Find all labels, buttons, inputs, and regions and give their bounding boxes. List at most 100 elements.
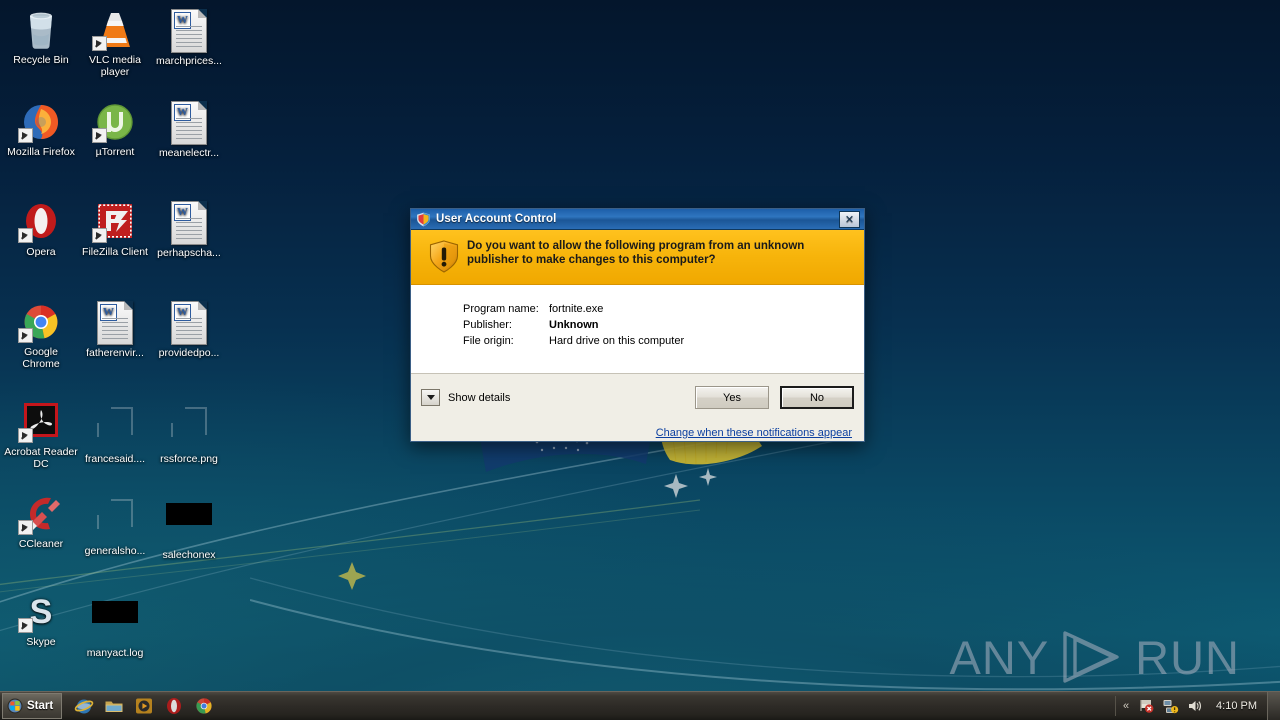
uac-program-details: Program name: fortnite.exe Publisher: Unkno… xyxy=(411,285,864,374)
watermark-right-text: RUN xyxy=(1135,630,1240,684)
desktop-icon-label: generalsho... xyxy=(84,545,146,557)
network-icon[interactable] xyxy=(1161,697,1179,715)
desktop-icon-opera[interactable]: Opera xyxy=(4,200,78,259)
show-hidden-icons-button[interactable]: « xyxy=(1115,696,1134,716)
no-button[interactable]: No xyxy=(780,386,854,409)
ccleaner-icon xyxy=(18,492,64,536)
desktop-icon-google-chrome[interactable]: Google Chrome xyxy=(4,300,78,370)
desktop-background[interactable]: Recycle Bin VLC media player Wmarchprices.… xyxy=(0,0,1280,720)
black-file-icon xyxy=(92,601,138,645)
desktop-icon-label: Acrobat Reader DC xyxy=(4,446,78,470)
desktop-icon-label: µTorrent xyxy=(95,146,135,158)
desktop-icon-meanelectr[interactable]: Wmeanelectr... xyxy=(152,100,226,160)
uac-detail-row: Program name: fortnite.exe xyxy=(411,301,864,317)
chevron-down-icon xyxy=(421,389,440,406)
uac-detail-row: File origin: Hard drive on this computer xyxy=(411,333,864,349)
desktop-icon-perhapscha[interactable]: Wperhapscha... xyxy=(152,200,226,260)
desktop-icon-label: fatherenvir... xyxy=(86,347,144,359)
desktop-icon-salechonex[interactable]: salechonex xyxy=(152,492,226,562)
uac-detail-row: Publisher: Unknown xyxy=(411,317,864,333)
show-details-label: Show details xyxy=(448,391,511,404)
desktop-icon-label: manyact.log xyxy=(86,647,144,659)
desktop-icon-mozilla-firefox[interactable]: Mozilla Firefox xyxy=(4,100,78,159)
taskbar[interactable]: Start « 4:10 PM xyxy=(0,691,1280,720)
internet-explorer-icon[interactable] xyxy=(74,696,94,716)
show-desktop-button[interactable] xyxy=(1267,692,1280,720)
yes-button[interactable]: Yes xyxy=(695,386,769,409)
show-details-button[interactable]: Show details xyxy=(421,389,510,406)
desktop-icon-label: francesaid.... xyxy=(84,453,146,465)
uac-detail-value: fortnite.exe xyxy=(549,303,604,315)
windows-orb-icon xyxy=(7,698,23,714)
desktop-icon-filezilla-client[interactable]: FileZilla Client xyxy=(78,200,152,259)
desktop-icon-vlc-media-player[interactable]: VLC media player xyxy=(78,8,152,78)
desktop-icon-skype[interactable]: S Skype xyxy=(4,590,78,649)
wallpaper-sparkle-1 xyxy=(310,540,430,610)
start-label: Start xyxy=(27,700,54,712)
uac-footer: Show details Yes No Change when these no… xyxy=(411,374,864,439)
desktop-icon-providedpo[interactable]: Wprovidedpo... xyxy=(152,300,226,360)
volume-icon[interactable] xyxy=(1185,697,1203,715)
desktop-icon-label: Skype xyxy=(26,636,56,648)
uac-detail-key: File origin: xyxy=(463,335,514,347)
desktop-icon-recycle-bin[interactable]: Recycle Bin xyxy=(4,8,78,67)
desktop-icon-label: marchprices... xyxy=(156,55,222,67)
uac-button-group: Yes No xyxy=(684,386,854,409)
skype-icon: S xyxy=(18,590,64,634)
system-tray: « 4:10 PM xyxy=(1115,692,1280,720)
desktop-icon-manyact-log[interactable]: manyact.log xyxy=(78,590,152,660)
shortcut-overlay-icon xyxy=(18,328,33,343)
desktop-icon-label: FileZilla Client xyxy=(82,246,148,258)
utorrent-icon xyxy=(92,100,138,144)
desktop-icon-francesaid[interactable]: francesaid.... xyxy=(78,400,152,466)
desktop-icon-fatherenvir[interactable]: Wfatherenvir... xyxy=(78,300,152,360)
google-chrome-icon[interactable] xyxy=(194,696,214,716)
uac-titlebar[interactable]: User Account Control ✕ xyxy=(411,209,864,230)
uac-detail-value: Unknown xyxy=(549,319,599,331)
desktop-icon-label: meanelectr... xyxy=(158,147,220,159)
opera-icon[interactable] xyxy=(164,696,184,716)
uac-dialog[interactable]: User Account Control ✕ Do you want to al… xyxy=(410,208,865,442)
shortcut-overlay-icon xyxy=(92,36,107,51)
png-file-icon xyxy=(166,407,212,451)
clock[interactable]: 4:10 PM xyxy=(1206,700,1267,712)
desktop-icon-label: rssforce.png xyxy=(160,453,218,465)
desktop-icon-label: Opera xyxy=(26,246,56,258)
uac-detail-value: Hard drive on this computer xyxy=(549,335,685,347)
close-icon[interactable]: ✕ xyxy=(839,210,860,228)
uac-warning-banner: Do you want to allow the following progr… xyxy=(411,230,864,285)
mozilla-firefox-icon xyxy=(18,100,64,144)
desktop-icon-torrent[interactable]: µTorrent xyxy=(78,100,152,159)
word-document-icon: W xyxy=(166,201,212,245)
uac-detail-key: Program name: xyxy=(463,303,539,315)
word-document-icon: W xyxy=(166,101,212,145)
shortcut-overlay-icon xyxy=(18,520,33,535)
desktop-icon-label: Google Chrome xyxy=(22,346,60,370)
desktop-icon-label: providedpo... xyxy=(158,347,220,359)
watermark-left-text: ANY xyxy=(949,630,1050,684)
word-document-icon: W xyxy=(92,301,138,345)
desktop-icon-rssforce-png[interactable]: rssforce.png xyxy=(152,400,226,466)
uac-actions-row: Show details Yes No xyxy=(421,386,854,409)
desktop-icon-label: Recycle Bin xyxy=(13,54,69,66)
word-document-icon: W xyxy=(166,301,212,345)
desktop-icon-label: Mozilla Firefox xyxy=(7,146,75,158)
windows-media-player-icon[interactable] xyxy=(134,696,154,716)
shortcut-overlay-icon xyxy=(18,128,33,143)
desktop-icon-label: CCleaner xyxy=(18,538,64,550)
desktop-icon-label: perhapscha... xyxy=(157,247,221,259)
start-button[interactable]: Start xyxy=(2,693,63,719)
windows-explorer-icon[interactable] xyxy=(104,696,124,716)
action-center-flag-icon[interactable] xyxy=(1137,697,1155,715)
warning-shield-icon xyxy=(429,240,459,273)
change-notifications-link[interactable]: Change when these notifications appear xyxy=(656,427,852,439)
desktop-icon-marchprices[interactable]: Wmarchprices... xyxy=(152,8,226,68)
png-file-icon xyxy=(92,407,138,451)
desktop-icon-ccleaner[interactable]: CCleaner xyxy=(4,492,78,551)
shortcut-overlay-icon xyxy=(18,618,33,633)
desktop-icon-generalsho[interactable]: generalsho... xyxy=(78,492,152,558)
desktop-icon-acrobat-reader-dc[interactable]: Acrobat Reader DC xyxy=(4,400,78,470)
word-document-icon: W xyxy=(166,9,212,53)
svg-text:S: S xyxy=(30,593,53,631)
opera-icon xyxy=(18,200,64,244)
